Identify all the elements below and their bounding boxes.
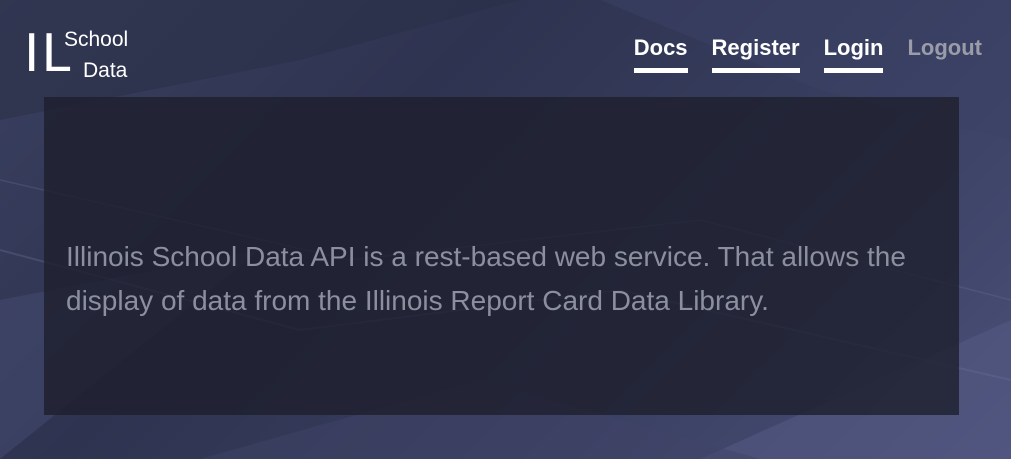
nav-register-link[interactable]: Register	[711, 34, 800, 73]
hero-panel: Illinois School Data API is a rest-based…	[44, 97, 959, 415]
logo-line-data: Data	[83, 59, 128, 82]
logo-line-school: School	[64, 28, 129, 51]
nav-docs-link[interactable]: Docs	[633, 34, 688, 73]
hero-description: Illinois School Data API is a rest-based…	[66, 241, 906, 316]
nav-login-link[interactable]: Login	[823, 34, 884, 73]
nav-logout-link[interactable]: Logout	[907, 34, 982, 73]
main-nav: Docs Register Login Logout	[633, 34, 982, 73]
site-logo[interactable]: IL School Data	[24, 26, 144, 86]
